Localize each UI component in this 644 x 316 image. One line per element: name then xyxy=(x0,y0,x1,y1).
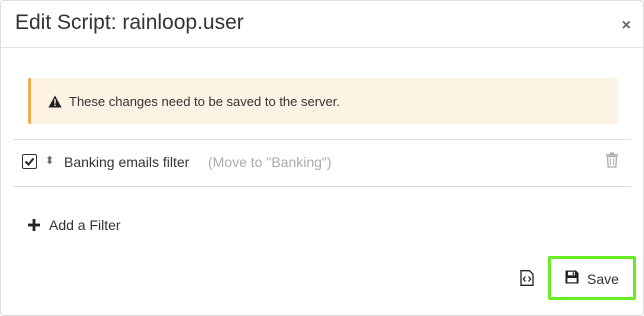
dialog-title: Edit Script: rainloop.user xyxy=(15,11,244,34)
filter-row: ⬍ Banking emails filter (Move to "Bankin… xyxy=(14,139,631,187)
raw-script-icon[interactable] xyxy=(520,270,534,286)
unsaved-changes-alert: These changes need to be saved to the se… xyxy=(28,78,618,124)
close-icon[interactable]: × xyxy=(622,18,631,34)
save-label: Save xyxy=(587,271,619,287)
trash-icon[interactable] xyxy=(605,152,619,168)
edit-script-dialog: Edit Script: rainloop.user × These chang… xyxy=(0,0,644,316)
warning-icon xyxy=(48,95,62,108)
save-button[interactable]: Save xyxy=(548,256,636,300)
add-filter-label: Add a Filter xyxy=(49,217,121,233)
dialog-header: Edit Script: rainloop.user × xyxy=(1,1,643,48)
drag-handle-icon[interactable]: ⬍ xyxy=(45,154,54,167)
filter-enabled-checkbox[interactable] xyxy=(22,154,37,169)
alert-message: These changes need to be saved to the se… xyxy=(69,94,341,109)
floppy-disk-icon xyxy=(565,270,579,284)
filter-name-link[interactable]: Banking emails filter xyxy=(64,154,189,170)
plus-icon xyxy=(28,219,40,231)
checkmark-icon xyxy=(24,157,35,166)
filter-description: (Move to "Banking") xyxy=(208,154,332,170)
